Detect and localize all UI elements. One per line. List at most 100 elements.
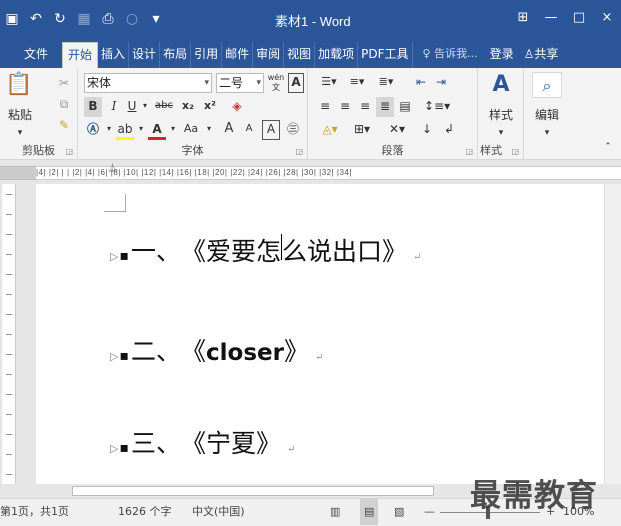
align-center-icon[interactable]: ≡ [336,97,354,117]
close-button[interactable]: × [593,6,621,30]
touch-mode-icon[interactable]: ○ [120,8,144,30]
decrease-indent-icon[interactable]: ⇤ [412,73,430,93]
horizontal-scroll-thumb[interactable] [72,486,434,496]
tab-review[interactable]: 审阅 [253,42,285,68]
page-count[interactable]: 第1页，共1页 [0,499,69,525]
increase-indent-icon[interactable]: ⇥ [432,73,450,93]
horizontal-ruler[interactable]: |4| |2| | | |2| |4| |6| |8| |10| |12| |1… [36,166,621,180]
shading-icon[interactable]: ◬▾ [316,120,344,140]
zoom-out-icon[interactable]: — [424,499,435,525]
enclose-char-icon[interactable]: A [262,120,280,140]
styles-launcher-icon[interactable]: ◲ [511,147,519,156]
justify-icon[interactable]: ≣ [376,97,394,117]
ribbon-display-icon[interactable]: ⊞ [509,6,537,30]
document-paragraph[interactable]: ▷ ▪ 一、 《 爱要怎 么说出口 》 ↵ [110,232,421,268]
share-button[interactable]: ♙共享 [520,42,563,68]
align-left-icon[interactable]: ≡ [316,97,334,117]
customize-qat-icon[interactable]: ▾ [144,8,168,30]
align-right-icon[interactable]: ≡ [356,97,374,117]
underline-dropdown-icon[interactable]: ▾ [140,97,150,117]
cut-icon[interactable]: ✂ [54,74,74,94]
highlight-icon[interactable]: ab [116,120,134,140]
document-paragraph[interactable]: ▷ ▪ 二、 《 closer 》 ↵ [110,332,323,368]
show-marks-icon[interactable]: ↲ [440,120,458,140]
font-color-dropdown-icon[interactable]: ▾ [168,120,178,140]
maximize-button[interactable]: □ [565,6,593,30]
text-effects-dropdown-icon[interactable]: ▾ [104,120,114,140]
print-layout-icon[interactable]: ▤ [360,499,379,525]
web-layout-icon[interactable]: ▧ [394,499,404,525]
tab-insert[interactable]: 插入 [98,42,130,68]
bold-button[interactable]: B [84,97,102,117]
sort-icon[interactable]: ↓ [418,120,436,140]
subscript-button[interactable]: x₂ [178,97,198,117]
document-page[interactable]: ▷ ▪ 一、 《 爱要怎 么说出口 》 ↵ ▷ ▪ 二、 《 closer 》 … [36,184,621,484]
paste-label[interactable]: 粘贴 [0,106,40,126]
redo-icon[interactable]: ↻ [48,8,72,30]
search-icon[interactable]: ⌕ [532,72,562,98]
read-mode-icon[interactable]: ▥ [330,499,340,525]
character-border-button[interactable]: A [288,73,304,93]
tab-addins[interactable]: 加载项 [315,42,359,68]
save-icon[interactable]: ▣ [0,8,24,30]
distributed-icon[interactable]: ▤ [396,97,414,117]
vertical-scrollbar[interactable] [604,184,621,484]
shrink-font-button[interactable]: A [240,120,258,140]
tab-pdf-tools[interactable]: PDF工具 [358,42,413,68]
paste-dropdown-icon[interactable]: ▾ [0,124,40,144]
vertical-ruler[interactable] [2,184,16,484]
collapse-arrow-icon[interactable]: ▷ [110,250,118,263]
grow-font-button[interactable]: A [220,120,238,140]
tab-view[interactable]: 视图 [284,42,316,68]
paragraph-launcher-icon[interactable]: ◲ [465,147,473,156]
editing-dropdown-icon[interactable]: ▾ [524,124,570,144]
font-size-combo[interactable]: 二号 ▾ [216,73,264,93]
chinese-layout-icon[interactable]: ✕▾ [382,120,412,140]
change-case-button[interactable]: Aa [180,120,202,140]
tab-file[interactable]: 文件 [0,42,62,68]
change-case-dropdown-icon[interactable]: ▾ [204,120,214,140]
indent-marker-icon[interactable]: ⏅ [108,161,117,174]
tab-design[interactable]: 设计 [129,42,161,68]
strikethrough-button[interactable]: abc [152,97,176,117]
multilevel-list-icon[interactable]: ≣▾ [372,73,400,93]
format-painter-qat-icon[interactable]: ▦ [72,8,96,30]
collapse-arrow-icon[interactable]: ▷ [110,350,118,363]
tab-mailings[interactable]: 邮件 [222,42,254,68]
collapse-arrow-icon[interactable]: ▷ [110,442,118,455]
line-spacing-icon[interactable]: ↕≡▾ [424,97,450,117]
word-count[interactable]: 1626 个字 [118,499,172,525]
phonetic-guide-button[interactable]: wén 文 [266,73,286,93]
editing-button-label[interactable]: 编辑 [524,106,570,126]
undo-icon[interactable]: ↶ [24,8,48,30]
text-effects-icon[interactable]: Ⓐ [84,120,102,140]
enclosed-characters-icon[interactable]: ㊂ [284,120,302,140]
font-launcher-icon[interactable]: ◲ [295,147,303,156]
styles-dropdown-icon[interactable]: ▾ [478,124,524,144]
collapse-ribbon-icon[interactable]: ⌃ [600,138,616,158]
numbering-icon[interactable]: ≡▾ [344,73,370,93]
borders-icon[interactable]: ⊞▾ [348,120,376,140]
styles-icon[interactable]: A [484,72,518,98]
tab-layout[interactable]: 布局 [160,42,192,68]
font-name-combo[interactable]: 宋体 ▾ [84,73,212,93]
paste-icon[interactable]: 📋 [2,72,36,98]
language-indicator[interactable]: 中文(中国) [192,499,245,525]
clipboard-launcher-icon[interactable]: ◲ [65,147,73,156]
italic-button[interactable]: I [106,97,122,117]
font-color-icon[interactable]: A [148,120,166,140]
underline-button[interactable]: U [124,97,140,117]
clear-formatting-icon[interactable]: ◈ [228,97,246,117]
superscript-button[interactable]: x² [200,97,220,117]
bullets-icon[interactable]: ☰▾ [316,73,342,93]
styles-button-label[interactable]: 样式 [478,106,524,126]
print-preview-icon[interactable]: ⎙ [96,8,120,30]
highlight-dropdown-icon[interactable]: ▾ [136,120,146,140]
tell-me-box[interactable]: ♀ 告诉我... [413,42,484,68]
tab-home[interactable]: 开始 [62,42,99,68]
format-painter-icon[interactable]: ✎ [54,116,74,136]
minimize-button[interactable]: — [537,6,565,30]
copy-icon[interactable]: ⧉ [54,95,74,115]
sign-in-link[interactable]: 登录 [484,42,520,68]
document-paragraph[interactable]: ▷ ▪ 三、 《 宁夏 》 ↵ [110,424,295,460]
